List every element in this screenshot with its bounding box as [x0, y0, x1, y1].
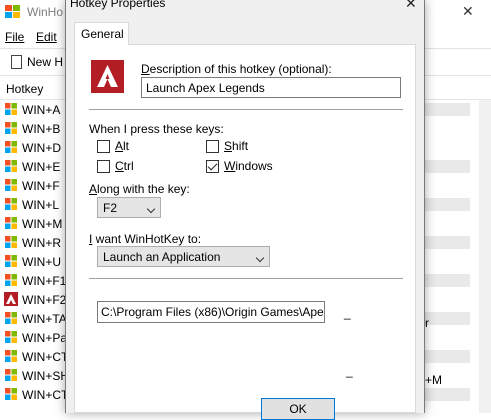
row-fragment-text: +M — [425, 373, 443, 387]
windows-logo-icon — [4, 368, 18, 382]
windows-logo-icon — [4, 235, 18, 249]
ok-button[interactable]: OK — [261, 398, 335, 420]
main-window-title: WinHo — [27, 5, 64, 19]
hotkey-cell: WIN+U — [22, 255, 61, 269]
ctrl-checkbox-label: Ctrl — [115, 159, 134, 173]
row-cell-shade — [425, 274, 470, 287]
separator — [89, 109, 403, 110]
new-hotkey-button[interactable]: New H — [11, 55, 63, 69]
hotkey-cell: WIN+E — [22, 160, 61, 174]
menu-edit[interactable]: Edit — [36, 30, 57, 44]
lower-extra-text: _ — [346, 364, 353, 378]
row-cell-shade — [425, 312, 470, 325]
windows-logo-icon — [4, 311, 18, 325]
dialog-title: Hotkey Properties — [70, 0, 166, 10]
application-path-field[interactable]: C:\Program Files (x86)\Origin Games\Apex — [97, 301, 325, 323]
row-cell-shade — [425, 388, 470, 401]
row-cell-shade — [425, 350, 470, 363]
chevron-down-icon — [146, 204, 156, 214]
alt-checkbox-box[interactable] — [97, 139, 110, 153]
menu-file[interactable]: File — [5, 30, 24, 44]
new-hotkey-label: New H — [27, 55, 64, 69]
hotkey-cell: WIN+L — [22, 198, 60, 212]
list-scrollbar[interactable] — [479, 100, 491, 413]
new-document-icon — [11, 55, 22, 69]
path-extra-text: _ — [344, 306, 351, 320]
hotkey-cell: WIN+B — [22, 122, 61, 136]
hotkey-cell: WIN+F2 — [22, 293, 67, 307]
windows-logo-icon — [4, 216, 18, 230]
windows-logo-icon — [4, 197, 18, 211]
key-select[interactable]: F2 — [97, 197, 161, 218]
windows-logo-icon — [4, 178, 18, 192]
dialog-close-icon[interactable]: ✕ — [405, 0, 417, 12]
main-close-icon[interactable]: ✕ — [462, 3, 474, 20]
hotkey-cell: WIN+D — [22, 141, 61, 155]
hotkey-cell: WIN+R — [22, 236, 61, 250]
hotkey-cell: WIN+Pa — [22, 331, 68, 345]
shift-checkbox[interactable]: Shift — [206, 139, 248, 153]
separator — [89, 278, 403, 279]
dialog-titlebar: Hotkey Properties ✕ — [66, 0, 424, 14]
along-with-key-label: Along with the key: — [89, 182, 190, 196]
windows-logo-icon — [4, 330, 18, 344]
action-select-value: Launch an Application — [103, 250, 221, 264]
windows-logo-icon — [4, 140, 18, 154]
windows-logo-icon — [4, 102, 18, 116]
ctrl-checkbox-box[interactable] — [97, 159, 110, 173]
shift-checkbox-box[interactable] — [206, 139, 219, 153]
alt-checkbox-label: Alt — [115, 139, 130, 153]
tab-general-label: General — [81, 27, 124, 41]
action-select[interactable]: Launch an Application — [97, 246, 270, 267]
column-header-hotkey[interactable]: Hotkey — [6, 82, 43, 96]
windows-logo-icon — [4, 159, 18, 173]
row-cell-shade — [425, 160, 470, 173]
hotkey-cell: WIN+SH — [22, 369, 70, 383]
alt-checkbox[interactable]: Alt — [97, 139, 129, 153]
windows-logo-icon — [4, 273, 18, 287]
windows-checkbox-box[interactable] — [206, 159, 219, 173]
windows-checkbox-label: Windows — [224, 159, 273, 173]
tab-general[interactable]: General — [74, 22, 129, 45]
hotkey-properties-dialog: Hotkey Properties ✕ General Description … — [65, 0, 425, 420]
apex-legends-icon — [4, 292, 18, 306]
hotkey-cell: WIN+A — [22, 103, 61, 117]
hotkey-cell: WIN+CT — [22, 388, 69, 402]
ctrl-checkbox[interactable]: Ctrl — [97, 159, 134, 173]
hotkey-cell: WIN+CT — [22, 350, 69, 364]
row-cell-shade — [425, 198, 470, 211]
row-cell-shade — [425, 103, 470, 116]
windows-checkbox[interactable]: Windows — [206, 159, 273, 173]
key-select-value: F2 — [103, 201, 118, 215]
description-label: Description of this hotkey (optional): — [141, 62, 332, 76]
row-cell-shade — [425, 236, 470, 249]
hotkey-cell: WIN+F — [22, 179, 60, 193]
hotkey-cell: WIN+M — [22, 217, 63, 231]
hotkey-cell: WIN+F1 — [22, 274, 67, 288]
chevron-down-icon — [255, 253, 265, 263]
action-label: I want WinHotKey to: — [89, 232, 202, 246]
windows-logo-icon — [4, 387, 18, 401]
shift-checkbox-label: Shift — [224, 139, 249, 153]
windows-logo-icon — [4, 349, 18, 363]
general-tab-panel — [74, 44, 416, 413]
windows-logo-icon — [4, 254, 18, 268]
hotkey-cell: WIN+TA — [22, 312, 67, 326]
windows-logo-icon — [4, 121, 18, 135]
app-icon — [5, 5, 20, 18]
row-fragment-text: r — [425, 316, 429, 330]
description-field[interactable] — [141, 77, 401, 98]
keys-label: When I press these keys: — [89, 122, 224, 136]
apex-legends-icon — [91, 60, 124, 93]
